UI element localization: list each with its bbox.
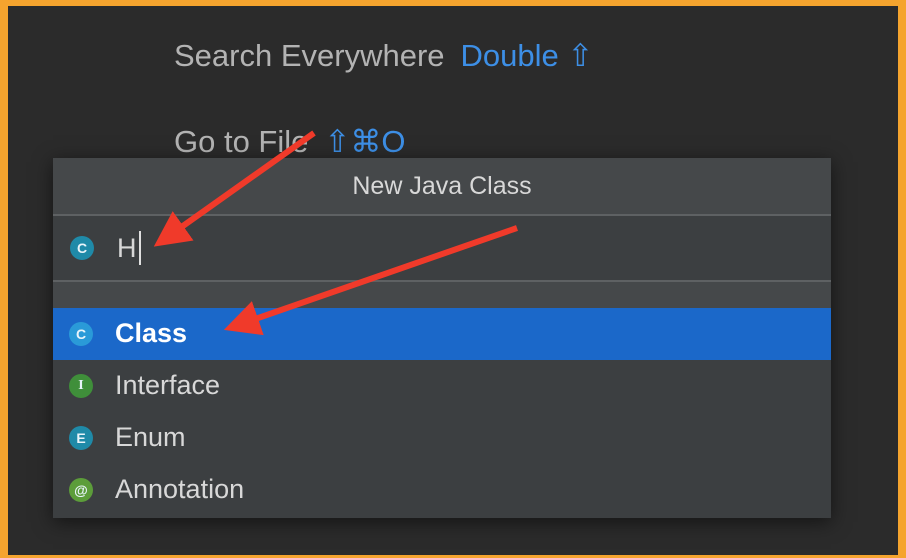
class-name-input[interactable] — [117, 228, 807, 268]
class-icon: C — [69, 322, 93, 346]
go-to-file-hint: Go to File ⇧⌘O — [174, 124, 405, 160]
annotation-icon: @ — [69, 478, 93, 502]
list-item-label: Class — [115, 318, 188, 348]
search-everywhere-shortcut: Double ⇧ — [460, 38, 594, 73]
list-item-interface[interactable]: I Interface — [53, 360, 831, 412]
list-item-label: Enum — [115, 422, 186, 452]
list-item-class[interactable]: C Class — [53, 308, 831, 360]
interface-icon: I — [69, 374, 93, 398]
list-item-annotation[interactable]: @ Annotation — [53, 464, 831, 516]
search-everywhere-hint: Search Everywhere Double ⇧ — [174, 38, 593, 74]
class-c-icon: C — [70, 236, 94, 260]
text-cursor — [139, 231, 141, 265]
enum-icon: E — [69, 426, 93, 450]
popup-separator — [53, 282, 831, 308]
search-everywhere-label: Search Everywhere — [174, 38, 445, 73]
new-java-class-popup: New Java Class C C Class I Interface E E… — [53, 158, 831, 518]
list-item-label: Annotation — [115, 474, 245, 504]
class-kind-list: C Class I Interface E Enum @ Annotation — [53, 308, 831, 516]
popup-title: New Java Class — [53, 158, 831, 216]
go-to-file-label: Go to File — [174, 124, 309, 159]
go-to-file-shortcut: ⇧⌘O — [324, 124, 406, 159]
class-name-row: C — [53, 216, 831, 282]
list-item-enum[interactable]: E Enum — [53, 412, 831, 464]
list-item-label: Interface — [115, 370, 221, 400]
